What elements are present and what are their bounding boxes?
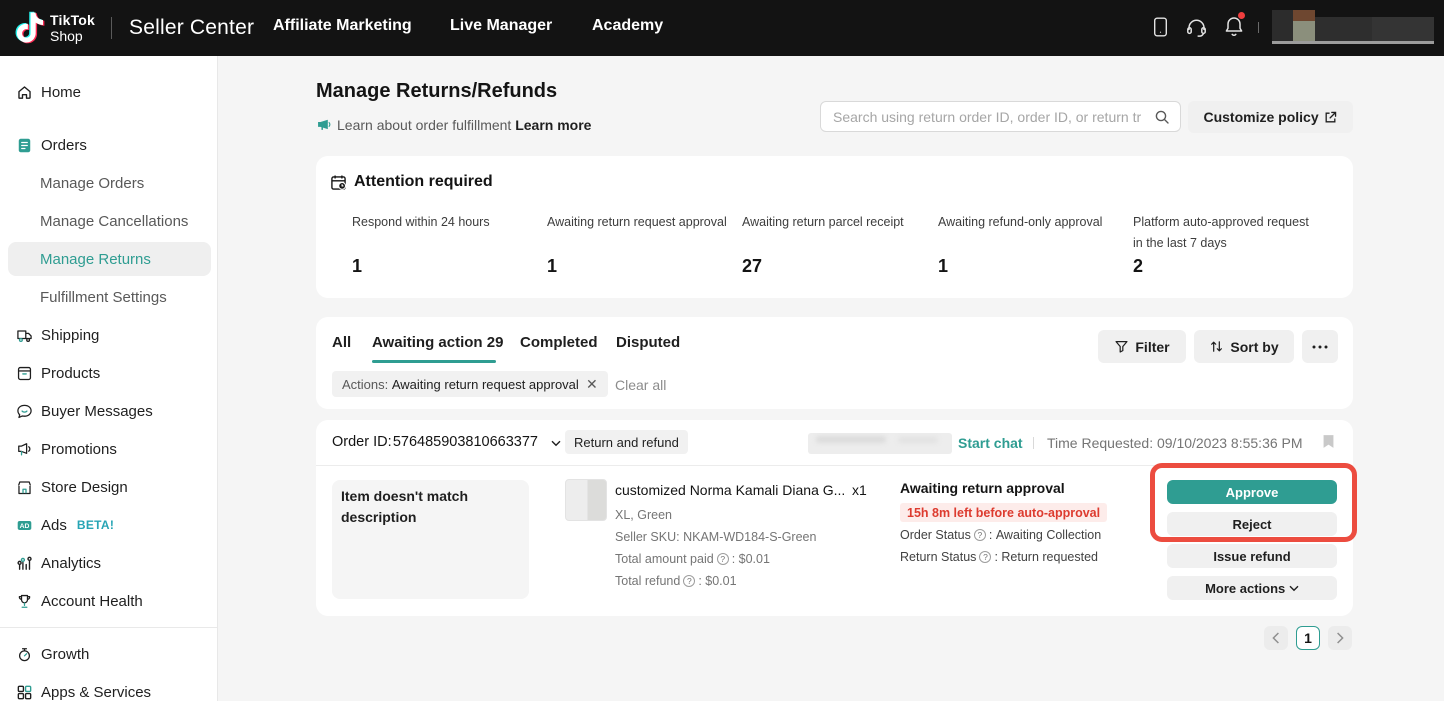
svg-text:AD: AD [20,523,30,530]
